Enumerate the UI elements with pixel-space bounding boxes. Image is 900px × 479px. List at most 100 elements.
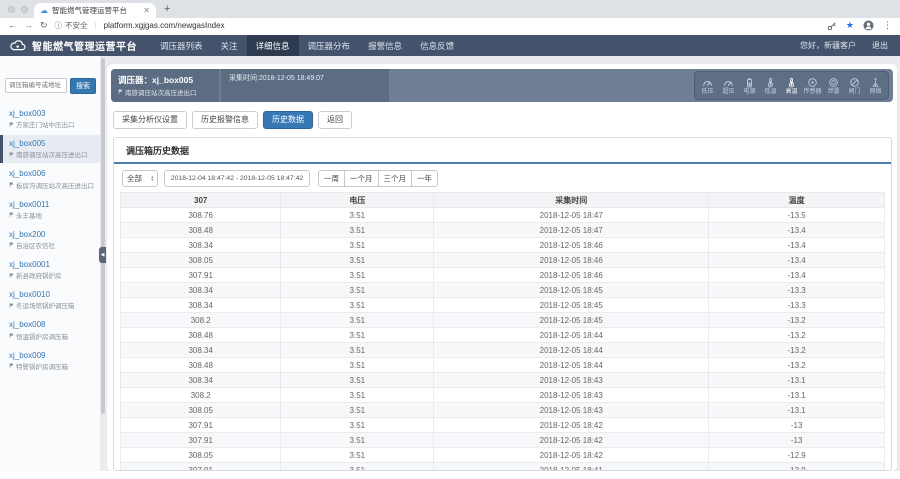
table-row: 308.48 3.51 2018-12-05 18:44 -13.2 [119, 357, 885, 373]
nav-item[interactable]: 调压器列表 [151, 35, 212, 56]
sidebar-device-item[interactable]: xj_box0001 新县政府锅炉房 [0, 256, 100, 284]
quick-range-button[interactable]: 一个月 [344, 170, 379, 187]
sidebar-device-item[interactable]: xj_box006 板房沟调压站次高压进出口 [0, 165, 100, 193]
nav-item[interactable]: 详细信息 [246, 35, 299, 56]
pressure-cell: 308.48 [119, 357, 282, 373]
voltage-cell: 3.51 [280, 207, 435, 223]
high-temp-icon: 高温 [781, 77, 802, 95]
url-text[interactable]: platform.xgjgas.com/newgasIndex [104, 21, 225, 30]
sidebar-device-item[interactable]: xj_box003 方家庄门站中压出口 [0, 105, 100, 133]
window-minimize-button[interactable] [21, 6, 28, 13]
browser-tab[interactable]: ☁ 智能燃气管理运营平台 ✕ [34, 3, 156, 18]
voltage-cell: 3.51 [280, 252, 435, 268]
sidebar-device-item[interactable]: xj_box200 自治区农信社 [0, 226, 100, 254]
tab-title: 智能燃气管理运营平台 [52, 6, 127, 15]
bookmark-star-icon[interactable]: ★ [846, 21, 854, 30]
info-icon: ⓘ [54, 21, 63, 30]
table-row: 308.48 3.51 2018-12-05 18:47 -13.4 [119, 222, 885, 238]
tab-close-icon[interactable]: ✕ [143, 6, 150, 15]
site-security-indicator[interactable]: ⓘ 不安全 [55, 20, 88, 31]
flag-icon [9, 303, 14, 308]
temperature-cell: -13.1 [708, 372, 885, 388]
temperature-cell: -13.1 [708, 402, 885, 418]
nav-item[interactable]: 报警信息 [359, 35, 411, 56]
quick-range-button[interactable]: 一周 [318, 170, 345, 187]
profile-avatar-icon[interactable] [863, 20, 874, 31]
history-data-table: 307 电压 采集时间 温度 308.76 3.51 2018-12-05 18:47… [119, 192, 885, 470]
nav-item[interactable]: 信息反馈 [411, 35, 463, 56]
detail-tab-button[interactable]: 返回 [318, 111, 352, 129]
column-header: 307 [119, 192, 282, 208]
forward-icon[interactable]: → [24, 21, 33, 30]
collect-time-cell: 2018-12-05 18:46 [433, 267, 710, 283]
browser-address-bar: ← → ↻ ⓘ 不安全 | platform.xgjgas.com/newgas… [0, 18, 900, 33]
sidebar-device-item[interactable]: xj_box009 特警锅炉房调压箱 [0, 347, 100, 375]
sidebar-device-item[interactable]: xj_box008 恒温锅炉房调压箱 [0, 316, 100, 344]
detail-tab-button[interactable]: 历史数据 [263, 111, 313, 129]
pressure-cell: 308.34 [119, 282, 282, 298]
pressure-cell: 308.48 [119, 327, 282, 343]
nav-item[interactable]: 关注 [212, 35, 247, 56]
temperature-cell: -13.4 [708, 237, 885, 253]
detail-tab-button[interactable]: 采集分析仪设置 [113, 111, 187, 129]
collect-time-cell: 2018-12-05 18:44 [433, 327, 710, 343]
device-search-input[interactable] [5, 78, 67, 93]
sidebar-collapse-handle[interactable]: ◀ [99, 247, 106, 263]
low-temp-icon: 低温 [760, 77, 781, 95]
type-select[interactable]: 全部 ▲ ▼ [122, 170, 158, 187]
logout-button[interactable]: 退出 [872, 40, 888, 51]
sidebar-device-item[interactable]: xj_box0010 冬运场馆锅炉调压箱 [0, 286, 100, 314]
pressure-cell: 308.2 [119, 387, 282, 403]
flag-icon [9, 363, 14, 368]
collect-time-cell: 2018-12-05 18:47 [433, 207, 710, 223]
pressure-cell: 307.91 [119, 417, 282, 433]
temperature-cell: -13 [708, 417, 885, 433]
sidebar-scrollbar[interactable] [100, 56, 106, 471]
temperature-cell: -13.3 [708, 282, 885, 298]
flag-icon [9, 273, 14, 278]
table-row: 307.91 3.51 2018-12-05 18:42 -13 [119, 417, 885, 433]
quick-range-button[interactable]: 三个月 [377, 170, 412, 187]
column-header: 温度 [708, 192, 885, 208]
device-description: 南旅调压站次高压进出口 [125, 89, 197, 97]
over-pressure-icon: 超压 [718, 77, 739, 95]
sensor-icon: 传感器 [802, 77, 823, 95]
pressure-cell: 308.34 [119, 372, 282, 388]
table-row: 308.05 3.51 2018-12-05 18:42 -12.9 [119, 447, 885, 463]
temperature-cell: -13.1 [708, 387, 885, 403]
collect-time-cell: 2018-12-05 18:45 [433, 282, 710, 298]
sidebar-device-item[interactable]: xj_box005 南旅调压站次高压进出口 [0, 135, 100, 164]
reload-icon[interactable]: ↻ [40, 21, 48, 30]
nav-item[interactable]: 调压器分布 [299, 35, 360, 56]
quick-range-button[interactable]: 一年 [411, 170, 438, 187]
temperature-cell: -13.2 [708, 327, 885, 343]
collect-time-cell: 2018-12-05 18:42 [433, 447, 710, 463]
table-row: 308.05 3.51 2018-12-05 18:46 -13.4 [119, 252, 885, 268]
select-caret-icon: ▲ ▼ [150, 174, 154, 182]
search-button[interactable]: 搜索 [70, 78, 96, 94]
collect-time-cell: 2018-12-05 18:47 [433, 222, 710, 238]
voltage-cell: 3.51 [280, 387, 435, 403]
table-row: 308.34 3.51 2018-12-05 18:43 -13.1 [119, 372, 885, 388]
detail-tab-button[interactable]: 历史报警信息 [192, 111, 258, 129]
collect-time-cell: 2018-12-05 18:43 [433, 387, 710, 403]
pressure-cell: 308.05 [119, 402, 282, 418]
key-icon[interactable] [827, 21, 837, 31]
back-icon[interactable]: ← [8, 21, 17, 30]
sidebar-device-item[interactable]: xj_box0011 永丰基地 [0, 196, 100, 224]
nav-menu: 调压器列表 关注 详细信息 调压器分布 报警信息 信息反馈 [151, 35, 463, 56]
temperature-cell: -13.4 [708, 267, 885, 283]
window-close-button[interactable] [8, 6, 15, 13]
collect-time-cell: 2018-12-05 18:42 [433, 432, 710, 448]
date-range-input[interactable] [164, 170, 310, 187]
temperature-cell: -13 [708, 432, 885, 448]
collect-time-cell: 2018-12-05 18:46 [433, 252, 710, 268]
temperature-cell: -13.2 [708, 342, 885, 358]
device-list: xj_box003 方家庄门站中压出口 xj_box005 南旅调压站次高压进出… [0, 105, 100, 375]
new-tab-button[interactable]: + [164, 3, 170, 15]
pressure-cell: 308.76 [119, 207, 282, 223]
browser-menu-icon[interactable]: ⋮ [883, 21, 892, 30]
app-title: 智能燃气管理运营平台 [32, 42, 137, 53]
sidebar-scrollbar-thumb[interactable] [101, 58, 105, 414]
table-row: 308.34 3.51 2018-12-05 18:44 -13.2 [119, 342, 885, 358]
